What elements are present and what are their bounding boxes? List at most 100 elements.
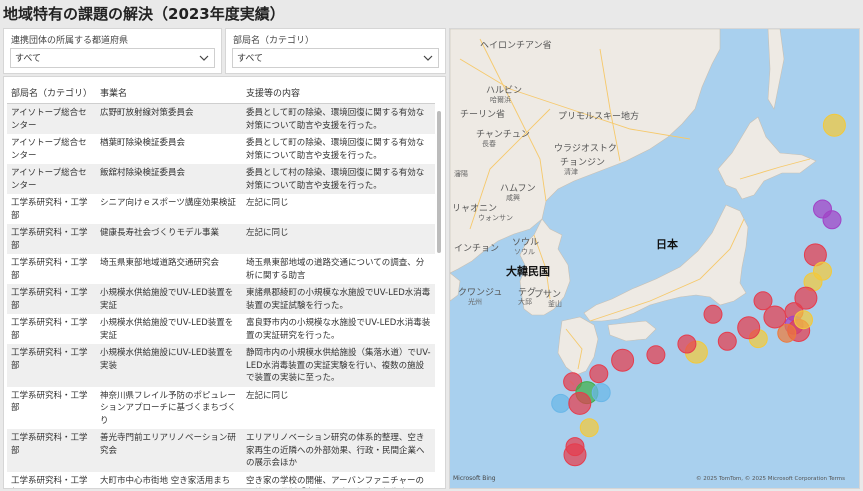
table-row[interactable]: 工学系研究科・工学部 シニア向けｅスポーツ講座効果検証 左記に同じ bbox=[7, 194, 435, 224]
cell-support: 埼玉県東部地域の道路交通についての調査、分析に関する助言 bbox=[246, 258, 425, 281]
map-label-cheongjin-city: 清津 bbox=[564, 168, 578, 176]
department-dropdown-value: すべて bbox=[237, 54, 264, 64]
cell-support: 左記に同じ bbox=[242, 224, 435, 254]
map-canvas[interactable] bbox=[450, 29, 860, 489]
cell-project: 善光寺門前エリアリノベーション研究会 bbox=[96, 429, 242, 472]
cell-support: 委員として町の除染、環境回復に関する有効な対策について助言や支援を行った。 bbox=[242, 103, 435, 134]
cell-project: シニア向けｅスポーツ講座効果検証 bbox=[100, 198, 236, 208]
department-dropdown[interactable]: すべて bbox=[232, 48, 439, 68]
cell-project: 広野町放射線対策委員会 bbox=[96, 103, 242, 134]
project-table-panel: 部局名（カテゴリ） 事業名 支援等の内容 アイソトープ総合センター 広野町放射線対… bbox=[3, 76, 446, 489]
prefecture-slicer: 連携団体の所属する都道府県 すべて bbox=[3, 28, 222, 74]
map-label-heilongjiang: ヘイロンチアン省 bbox=[480, 41, 552, 51]
map-bubble[interactable] bbox=[677, 334, 697, 354]
cell-support: エリアリノベーション研究の体系的整理、空き家再生の近隣への外部効果、行政・民間企… bbox=[242, 429, 435, 472]
cell-department: 工学系研究科・工学部 bbox=[7, 284, 96, 314]
map-label-daegu-city: 大邱 bbox=[518, 298, 532, 306]
map-panel[interactable]: ヘイロンチアン省 ハルビン 哈爾浜 チーリン省 チャンチュン 長春 プリモルスキ… bbox=[449, 28, 860, 489]
cell-support: 委員として町の除染、環境回復に関する有効な対策について助言や支援を行った。 bbox=[246, 138, 425, 161]
cell-support: 委員として村の除染、環境回復に関する有効な対策について助言や支援を行った。 bbox=[242, 164, 435, 194]
table-row[interactable]: 工学系研究科・工学部 神奈川県フレイル予防のポピュレーションアプローチに基づくまち… bbox=[7, 387, 435, 430]
table-row[interactable]: 工学系研究科・工学部 善光寺門前エリアリノベーション研究会 エリアリノベーション研究… bbox=[7, 429, 435, 472]
column-header-project[interactable]: 事業名 bbox=[96, 81, 242, 104]
cell-department: 工学系研究科・工学部 bbox=[7, 429, 96, 472]
cell-department: アイソトープ総合センター bbox=[7, 164, 96, 194]
cell-support: 東諸県郡綾町の小規模な水施設でUV-LED水消毒装置の実証試験を行った。 bbox=[242, 284, 435, 314]
table-row[interactable]: 工学系研究科・工学部 健康長寿社会づくりモデル事業 左記に同じ bbox=[7, 224, 435, 254]
table-row[interactable]: アイソトープ総合センター 飯舘村除染検証委員会 委員として村の除染、環境回復に関する… bbox=[7, 164, 435, 194]
map-bubble[interactable] bbox=[646, 345, 666, 365]
cell-project: 飯舘村除染検証委員会 bbox=[96, 164, 242, 194]
map-bubble[interactable] bbox=[737, 316, 761, 340]
cell-support: 富良野市内の小規模な水施設でUV-LED水消毒装置の実証研究を行った。 bbox=[246, 318, 431, 341]
cell-project: 健康長寿社会づくりモデル事業 bbox=[96, 224, 242, 254]
cell-department: 工学系研究科・工学部 bbox=[11, 390, 88, 414]
map-label-harbin-city: 哈爾浜 bbox=[490, 96, 511, 104]
page-title: 地域特有の課題の解決（2023年度実績） bbox=[3, 5, 285, 23]
cell-department: 工学系研究科・工学部 bbox=[7, 344, 96, 387]
map-bubble[interactable] bbox=[822, 113, 846, 137]
map-bubble[interactable] bbox=[591, 383, 611, 403]
map-bubble[interactable] bbox=[822, 210, 842, 230]
map-label-hamhung-city: 咸興 bbox=[506, 194, 520, 202]
prefecture-slicer-label: 連携団体の所属する都道府県 bbox=[11, 36, 129, 46]
map-bubble[interactable] bbox=[589, 364, 609, 384]
map-label-changchun-city: 長春 bbox=[482, 140, 496, 148]
cell-support: 空き家の学校の開催、アーバンファニチャーの開催、現代版「家守」の全国調査、報告会… bbox=[246, 475, 424, 486]
cell-project: 埼玉県東部地域道路交通研究会 bbox=[100, 258, 220, 268]
chevron-down-icon bbox=[199, 55, 209, 61]
project-table: 部局名（カテゴリ） 事業名 支援等の内容 アイソトープ総合センター 広野町放射線対… bbox=[7, 81, 435, 489]
cell-department: アイソトープ総合センター bbox=[11, 138, 87, 161]
table-row[interactable]: 工学系研究科・工学部 小規模水供給施設でUV-LED装置を実証 東諸県郡綾町の小規模… bbox=[7, 284, 435, 314]
department-slicer: 部局名（カテゴリ） すべて bbox=[225, 28, 446, 74]
map-bubble[interactable] bbox=[794, 310, 813, 330]
chevron-down-icon bbox=[423, 55, 433, 61]
cell-project: 神奈川県フレイル予防のポピュレーションアプローチに基づくまちづくり bbox=[100, 390, 237, 426]
map-bubble[interactable] bbox=[579, 418, 599, 438]
map-label-incheon: インチョン bbox=[454, 244, 500, 254]
map-label-wonsan: ウォンサン bbox=[478, 214, 513, 222]
table-row[interactable]: 工学系研究科・工学部 小規模水供給施設にUV-LED装置を実装 静岡市内の小規模水供… bbox=[7, 344, 435, 387]
prefecture-dropdown[interactable]: すべて bbox=[10, 48, 215, 68]
map-label-japan: 日本 bbox=[656, 238, 678, 251]
map-label-busan-city: 釜山 bbox=[548, 300, 562, 308]
table-row[interactable]: アイソトープ総合センター 広野町放射線対策委員会 委員として町の除染、環境回復に関す… bbox=[7, 103, 435, 134]
map-label-jilin: チーリン省 bbox=[460, 110, 506, 120]
map-label-vladivostok: ウラジオストク bbox=[554, 144, 617, 154]
map-bubble[interactable] bbox=[611, 348, 635, 372]
table-row[interactable]: アイソトープ総合センター 楢葉町除染検証委員会 委員として町の除染、環境回復に関する… bbox=[7, 134, 435, 164]
table-scrollbar[interactable] bbox=[437, 111, 441, 253]
cell-project: 小規模水供給施設でUV-LED装置を実証 bbox=[100, 318, 234, 341]
map-label-seoul-city: ソウル bbox=[514, 248, 535, 256]
map-label-primorsky: プリモルスキー地方 bbox=[558, 112, 640, 122]
cell-project: 小規模水供給施設にUV-LED装置を実装 bbox=[96, 344, 242, 387]
cell-support: 左記に同じ bbox=[246, 390, 289, 401]
map-bubble[interactable] bbox=[717, 331, 737, 351]
map-attribution[interactable]: © 2025 TomTom, © 2025 Microsoft Corporat… bbox=[696, 476, 845, 482]
microsoft-bing-logo: Microsoft Bing bbox=[453, 475, 496, 482]
cell-department: 工学系研究科・工学部 bbox=[11, 318, 88, 341]
map-bubble[interactable] bbox=[563, 443, 587, 467]
cell-department: アイソトープ総合センター bbox=[7, 103, 96, 134]
map-bubble[interactable] bbox=[551, 393, 571, 413]
cell-department: 工学系研究科・工学部 bbox=[11, 475, 88, 486]
cell-department: 工学系研究科・工学部 bbox=[11, 198, 88, 221]
map-label-shenyang: 瀋陽 bbox=[454, 170, 468, 178]
map-label-south-korea: 大韓民国 bbox=[506, 265, 550, 278]
prefecture-dropdown-value: すべて bbox=[15, 54, 42, 64]
cell-project: 楢葉町除染検証委員会 bbox=[100, 138, 186, 148]
department-slicer-label: 部局名（カテゴリ） bbox=[233, 36, 315, 46]
table-header-row: 部局名（カテゴリ） 事業名 支援等の内容 bbox=[7, 81, 435, 104]
map-bubble[interactable] bbox=[703, 304, 723, 324]
map-bubble[interactable] bbox=[753, 291, 773, 311]
cell-department: 工学系研究科・工学部 bbox=[11, 258, 88, 281]
map-label-gwangju-city: 光州 bbox=[468, 298, 482, 306]
table-row[interactable]: 工学系研究科・工学部 埼玉県東部地域道路交通研究会 埼玉県東部地域の道路交通について… bbox=[7, 254, 435, 284]
table-row[interactable]: 工学系研究科・工学部 大町市中心市街地 空き家活用まちづくり 空き家の学校の開催、ア… bbox=[7, 472, 435, 489]
column-header-department[interactable]: 部局名（カテゴリ） bbox=[7, 81, 96, 104]
cell-support: 静岡市内の小規模水供給施設（集落水道）でUV-LED水消毒装置の実証実験を行い、… bbox=[242, 344, 435, 387]
map-bubble[interactable] bbox=[568, 391, 592, 415]
cell-project: 大町市中心市街地 空き家活用まちづくり bbox=[100, 475, 231, 486]
table-row[interactable]: 工学系研究科・工学部 小規模水供給施設でUV-LED装置を実証 富良野市内の小規模な… bbox=[7, 314, 435, 344]
column-header-support[interactable]: 支援等の内容 bbox=[242, 81, 435, 104]
